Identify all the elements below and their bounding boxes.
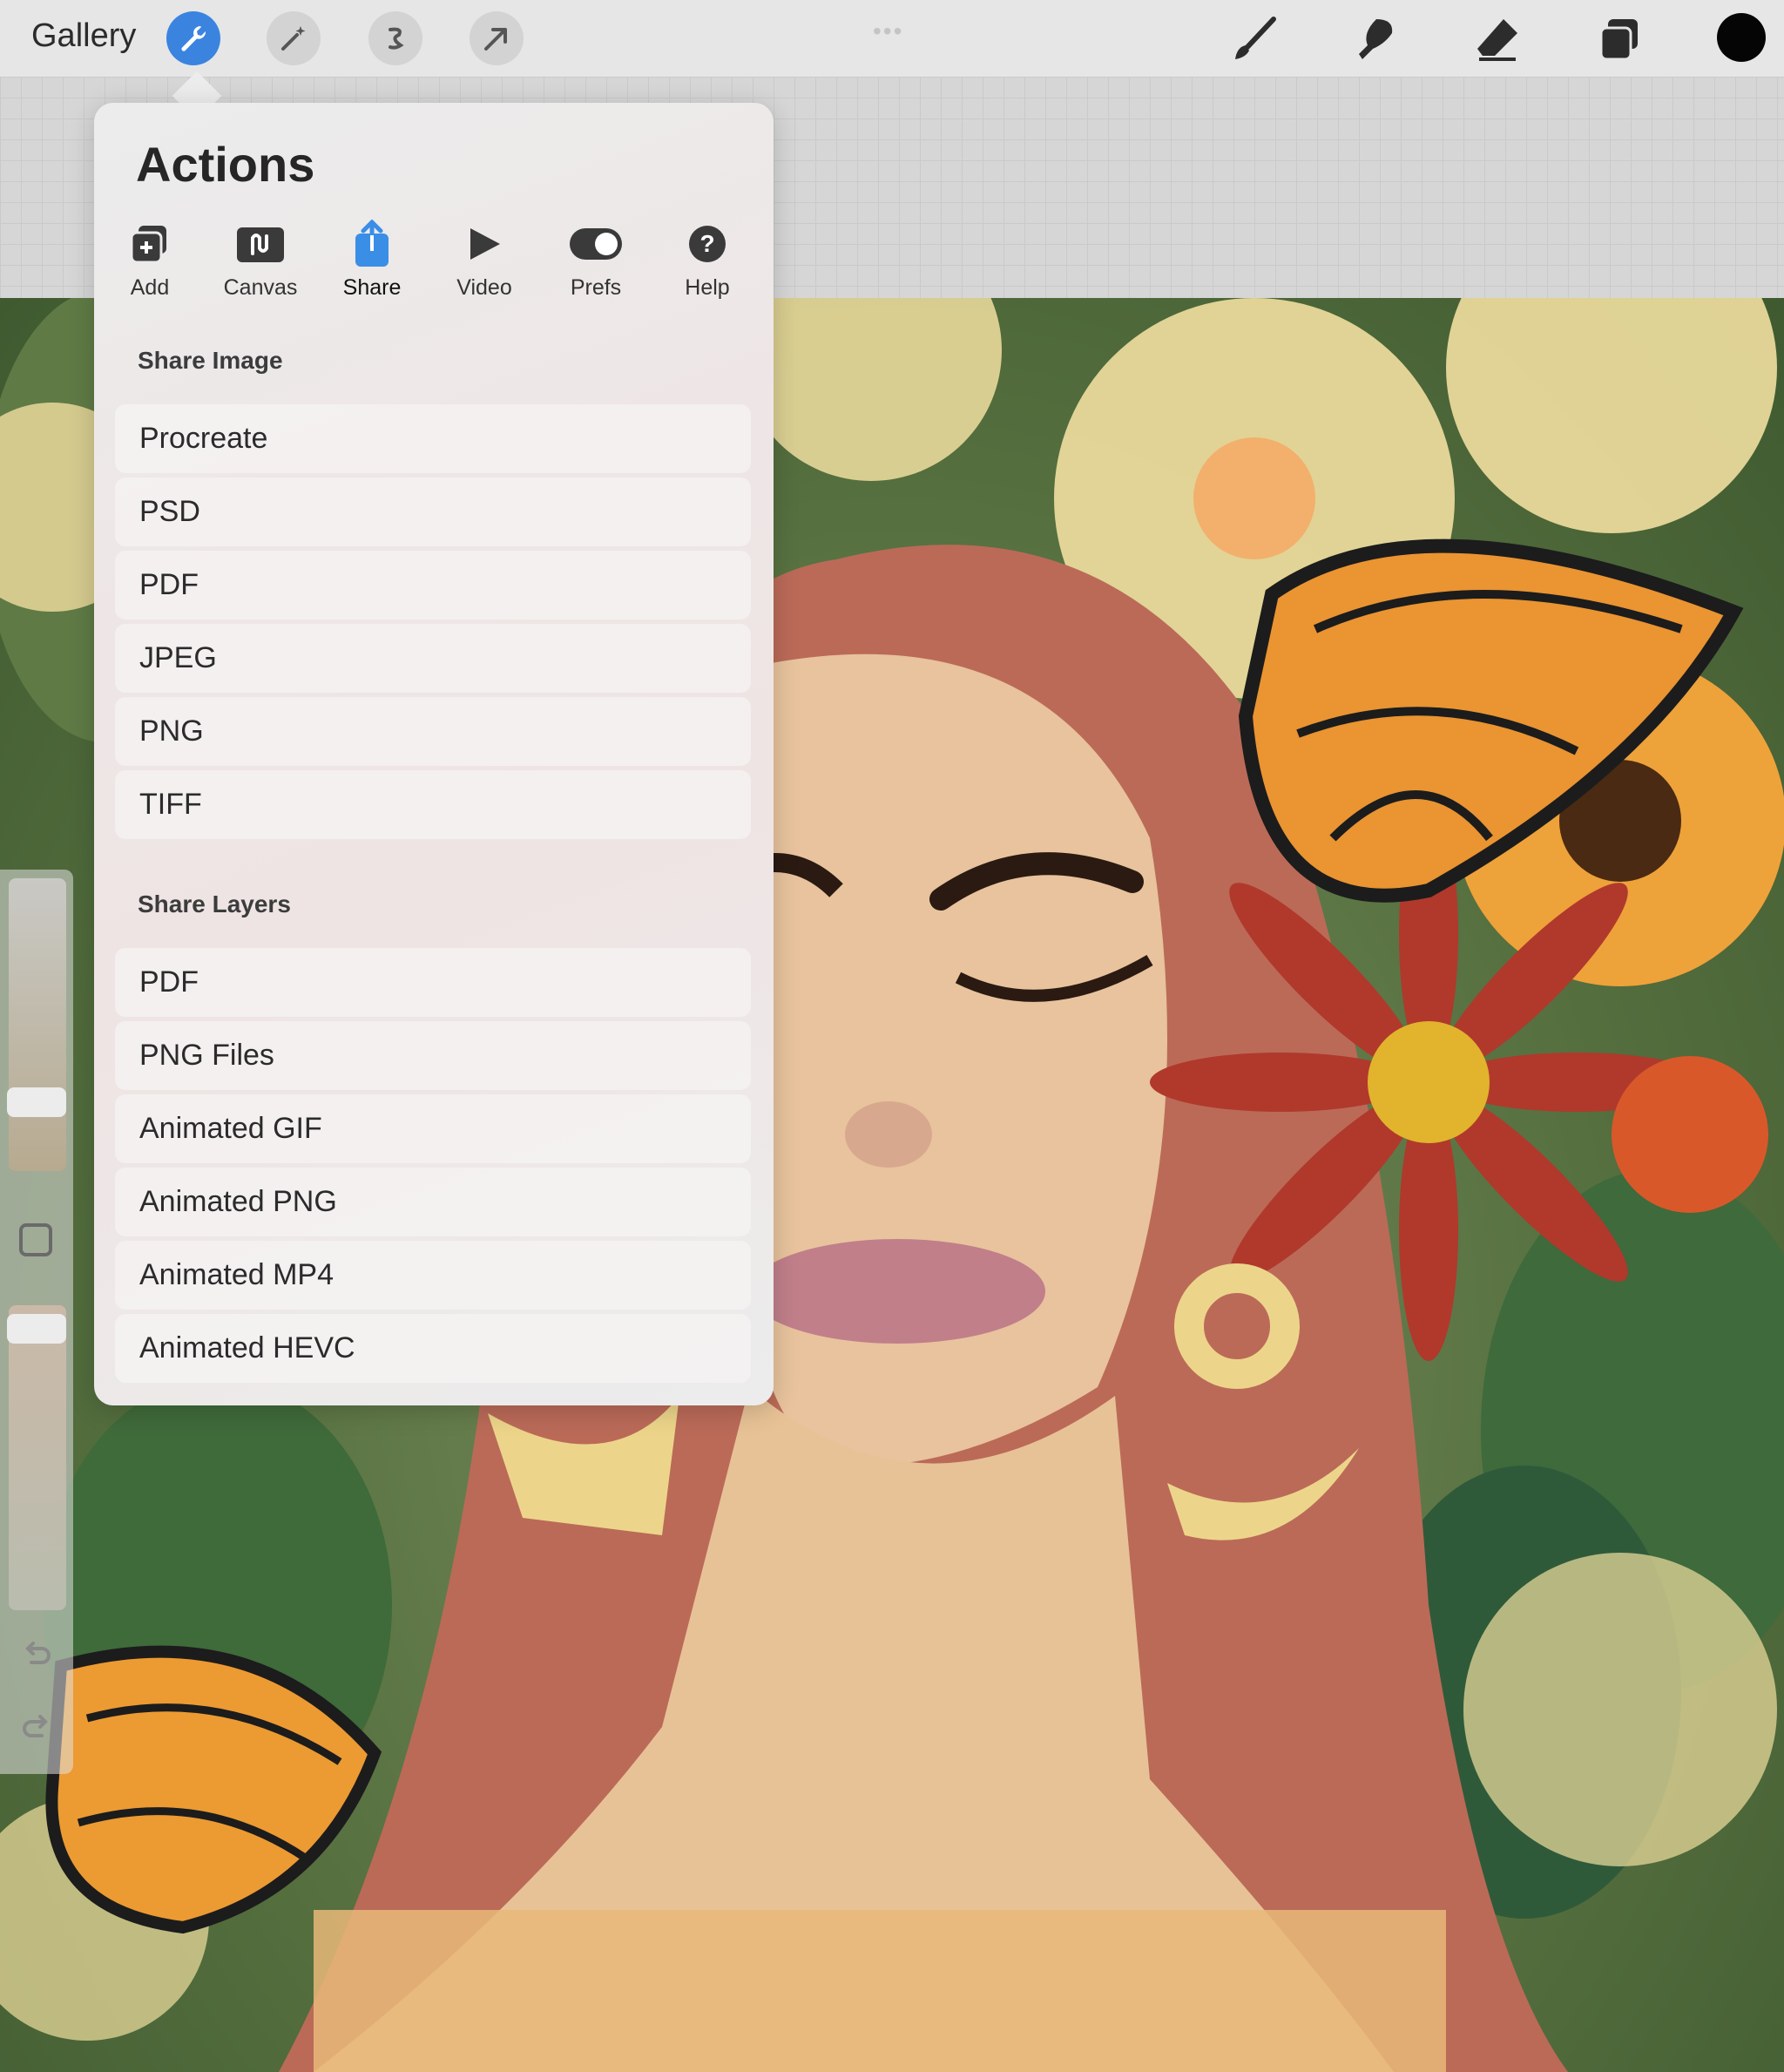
share-layers-heading: Share Layers [138,890,291,918]
brush-icon[interactable] [1226,12,1281,66]
share-image-pdf[interactable]: PDF [115,551,751,620]
share-layers-animated-gif[interactable]: Animated GIF [115,1094,751,1163]
toggle-icon [544,218,648,270]
undo-icon[interactable] [19,1636,54,1671]
selection-icon[interactable] [368,11,422,65]
share-layers-animated-mp4[interactable]: Animated MP4 [115,1241,751,1310]
tab-canvas[interactable]: Canvas [208,218,313,305]
svg-text:?: ? [699,230,714,257]
share-image-jpeg[interactable]: JPEG [115,624,751,693]
actions-title: Actions [136,137,315,192]
wrench-icon[interactable] [166,11,220,65]
tab-help[interactable]: ? Help [655,218,760,305]
share-image-heading: Share Image [138,347,283,374]
eraser-icon[interactable] [1470,12,1524,66]
share-image-tiff[interactable]: TIFF [115,770,751,839]
share-icon [320,218,424,270]
tab-video[interactable]: Video [432,218,537,305]
brush-sidebar [0,870,73,1774]
share-layers-animated-hevc[interactable]: Animated HEVC [115,1314,751,1383]
magic-wand-icon[interactable] [267,11,321,65]
tab-prefs[interactable]: Prefs [544,218,648,305]
share-image-png[interactable]: PNG [115,697,751,766]
help-icon: ? [655,218,760,270]
opacity-knob[interactable] [7,1314,66,1344]
layers-icon[interactable] [1592,12,1646,66]
brush-size-slider[interactable] [7,878,66,1171]
share-layers-png-files[interactable]: PNG Files [115,1021,751,1090]
share-layers-animated-png[interactable]: Animated PNG [115,1168,751,1236]
color-picker-button[interactable] [1717,13,1766,62]
redo-icon[interactable] [19,1710,54,1744]
actions-panel: Actions Add Canvas Share Video Prefs ? H… [94,103,774,1405]
brush-size-knob[interactable] [7,1087,66,1117]
share-layers-pdf[interactable]: PDF [115,948,751,1017]
tab-share[interactable]: Share [320,218,424,305]
canvas-icon [208,218,313,270]
add-image-icon [98,218,202,270]
share-image-psd[interactable]: PSD [115,477,751,546]
modify-button-icon[interactable] [19,1223,52,1256]
tab-add[interactable]: Add [98,218,202,305]
share-image-procreate[interactable]: Procreate [115,404,751,473]
top-toolbar: Gallery ••• [0,0,1784,77]
smudge-icon[interactable] [1348,12,1402,66]
grabber-dots: ••• [873,17,904,44]
transform-arrow-icon[interactable] [470,11,524,65]
opacity-slider[interactable] [7,1305,66,1610]
play-icon [432,218,537,270]
gallery-button[interactable]: Gallery [31,17,136,55]
